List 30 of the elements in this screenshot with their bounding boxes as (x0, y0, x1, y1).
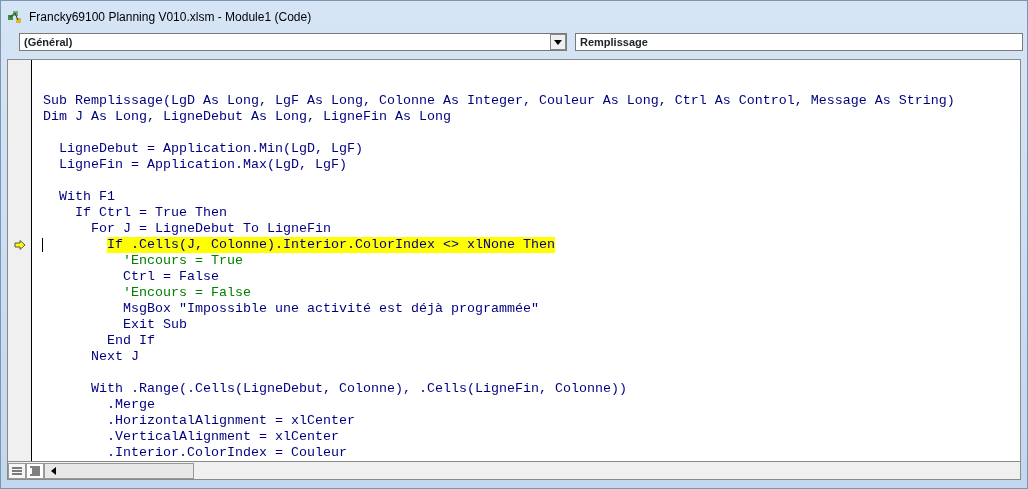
code-comment: 'Encours = True (123, 253, 243, 269)
code-line: For J = LigneDebut To LigneFin (91, 221, 331, 237)
horizontal-scrollbar[interactable] (44, 462, 194, 479)
code-line: Exit Sub (123, 317, 187, 333)
code-line: .Interior.ColorIndex = Couleur (107, 445, 347, 461)
code-comment: 'Encours = False (123, 285, 251, 301)
procedure-view-button[interactable] (8, 462, 26, 479)
code-line: Ctrl = False (123, 269, 219, 285)
code-line: MsgBox "Impossible une activité est déjà programmée" (123, 301, 539, 317)
full-module-view-button[interactable] (26, 462, 44, 479)
object-dropdown[interactable]: (Général) (19, 33, 567, 51)
scroll-left-icon[interactable] (49, 465, 59, 476)
vba-module-icon (7, 9, 23, 25)
code-line: .Merge (107, 397, 155, 413)
code-line: With .Range(.Cells(LigneDebut, Colonne), .Cells(LigneFin, Colonne)) (91, 381, 627, 397)
code-line: Sub Remplissage(LgD As Long, LgF As Long, Colonne As Integer, Couleur As Long, Ctrl As Control, Message As String) (43, 93, 955, 109)
code-line: .HorizontalAlignment = xlCenter (107, 413, 355, 429)
dropdown-arrow-icon (554, 39, 562, 45)
procedure-dropdown[interactable]: Remplissage (575, 33, 1023, 51)
window-title: Francky69100 Planning V010.xlsm - Module1 (Code) (29, 9, 312, 26)
code-line: .VerticalAlignment = xlCenter (107, 429, 339, 445)
code-line: End If (107, 333, 155, 349)
code-line: LigneFin = Application.Max(LgD, LgF) (59, 157, 347, 173)
full-module-view-icon (30, 465, 40, 476)
code-line: If Ctrl = True Then (75, 205, 227, 221)
code-line: Next J (91, 349, 139, 365)
code-line: Dim J As Long, LigneDebut As Long, LigneFin As Long (43, 109, 451, 125)
code-line: With F1 (59, 189, 115, 205)
code-line: LigneDebut = Application.Min(LgD, LgF) (59, 141, 363, 157)
procedure-view-icon (12, 466, 22, 475)
